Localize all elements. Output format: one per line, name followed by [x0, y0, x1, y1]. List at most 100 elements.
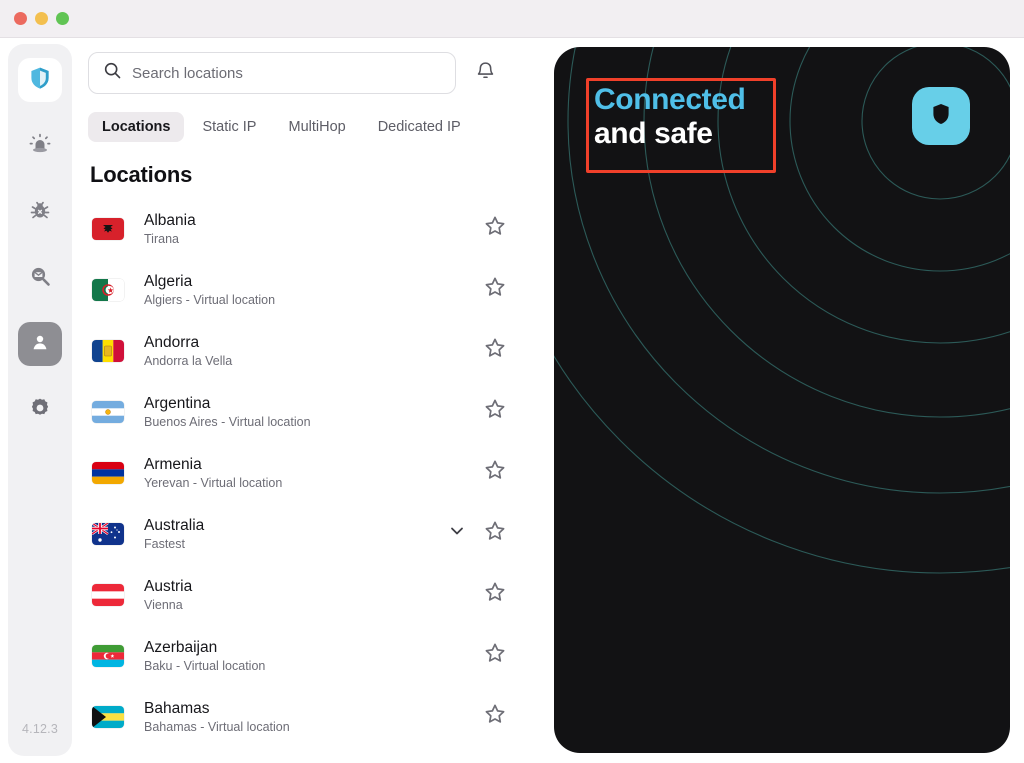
location-city: Yerevan - Virtual location	[144, 476, 444, 490]
page-title: Locations	[90, 162, 528, 188]
location-row[interactable]: Bahamas Bahamas - Virtual location	[88, 686, 520, 743]
bug-icon	[28, 198, 52, 227]
location-row[interactable]: Albania Tirana	[88, 198, 520, 259]
sidebar-item-profile[interactable]	[18, 322, 62, 366]
location-row[interactable]: Austria Vienna	[88, 564, 520, 625]
flag-al-icon	[92, 218, 124, 240]
favorite-button[interactable]	[480, 336, 510, 365]
location-text: Argentina Buenos Aires - Virtual locatio…	[144, 394, 444, 429]
flag-ar-icon	[92, 401, 124, 423]
location-country: Albania	[144, 211, 444, 230]
favorite-button[interactable]	[480, 702, 510, 731]
flag-ad-icon	[92, 340, 124, 362]
location-city: Algiers - Virtual location	[144, 293, 444, 307]
location-country: Australia	[144, 516, 444, 535]
star-outline-icon	[483, 214, 507, 243]
gear-icon	[28, 396, 52, 425]
app-window: 4.12.3	[0, 0, 1024, 763]
location-text: Bahamas Bahamas - Virtual location	[144, 699, 444, 734]
location-country: Algeria	[144, 272, 444, 291]
location-country: Armenia	[144, 455, 444, 474]
favorite-button[interactable]	[480, 214, 510, 243]
location-city: Fastest	[144, 537, 444, 551]
expand-chevron-button[interactable]	[444, 521, 470, 546]
star-outline-icon	[483, 702, 507, 731]
favorite-button[interactable]	[480, 580, 510, 609]
star-outline-icon	[483, 458, 507, 487]
location-text: Albania Tirana	[144, 211, 444, 246]
search-row	[88, 52, 528, 94]
titlebar	[0, 0, 1024, 38]
locations-list: Albania Tirana Algeria Algiers - Virtual…	[88, 198, 520, 743]
app-version: 4.12.3	[8, 722, 72, 736]
favorite-button[interactable]	[480, 519, 510, 548]
status-line-secondary: and safe	[594, 117, 745, 151]
sidebar-item-dark-web-monitor[interactable]	[18, 256, 62, 300]
tab-dedicated-ip[interactable]: Dedicated IP	[364, 112, 475, 142]
connection-panel: Connected and safe 01:15 Connection time…	[554, 47, 1010, 753]
shield-logo-icon	[931, 102, 951, 131]
location-row[interactable]: Australia Fastest	[88, 503, 520, 564]
location-country: Andorra	[144, 333, 444, 352]
location-country: Austria	[144, 577, 444, 596]
search-input[interactable]	[132, 65, 441, 82]
search-input-wrap[interactable]	[88, 52, 456, 94]
window-controls	[14, 12, 69, 25]
connection-status: Connected and safe	[594, 83, 745, 150]
location-text: Algeria Algiers - Virtual location	[144, 272, 444, 307]
star-outline-icon	[483, 336, 507, 365]
maximize-button[interactable]	[56, 12, 69, 25]
search-icon	[103, 61, 122, 85]
favorite-button[interactable]	[480, 275, 510, 304]
mail-search-icon	[28, 264, 52, 293]
location-city: Buenos Aires - Virtual location	[144, 415, 444, 429]
location-text: Andorra Andorra la Vella	[144, 333, 444, 368]
sidebar-item-malware-scan[interactable]	[18, 190, 62, 234]
location-text: Australia Fastest	[144, 516, 444, 551]
radar-rings-decoration	[554, 47, 1010, 753]
flag-au-icon	[92, 523, 124, 545]
flag-az-icon	[92, 645, 124, 667]
flag-at-icon	[92, 584, 124, 606]
location-city: Andorra la Vella	[144, 354, 444, 368]
location-country: Argentina	[144, 394, 444, 413]
star-outline-icon	[483, 580, 507, 609]
tab-static-ip[interactable]: Static IP	[188, 112, 270, 142]
star-outline-icon	[483, 275, 507, 304]
location-row[interactable]: Armenia Yerevan - Virtual location	[88, 442, 520, 503]
favorite-button[interactable]	[480, 458, 510, 487]
favorite-button[interactable]	[480, 641, 510, 670]
minimize-button[interactable]	[35, 12, 48, 25]
location-text: Austria Vienna	[144, 577, 444, 612]
star-outline-icon	[483, 641, 507, 670]
tab-locations[interactable]: Locations	[88, 112, 184, 142]
favorite-button[interactable]	[480, 397, 510, 426]
notifications-button[interactable]	[470, 58, 500, 88]
location-row[interactable]: Algeria Algiers - Virtual location	[88, 259, 520, 320]
flag-dz-icon	[92, 279, 124, 301]
location-row[interactable]: Azerbaijan Baku - Virtual location	[88, 625, 520, 686]
brand-logo	[912, 87, 970, 145]
sidebar: 4.12.3	[8, 44, 72, 756]
location-country: Azerbaijan	[144, 638, 444, 657]
location-text: Armenia Yerevan - Virtual location	[144, 455, 444, 490]
location-city: Tirana	[144, 232, 444, 246]
bell-icon	[475, 60, 496, 87]
close-button[interactable]	[14, 12, 27, 25]
flag-bs-icon	[92, 706, 124, 728]
star-outline-icon	[483, 519, 507, 548]
location-city: Vienna	[144, 598, 444, 612]
flag-am-icon	[92, 462, 124, 484]
sidebar-item-vpn[interactable]	[18, 58, 62, 102]
sidebar-item-settings[interactable]	[18, 388, 62, 432]
sidebar-item-threat-protection[interactable]	[18, 124, 62, 168]
status-line-primary: Connected	[594, 83, 745, 117]
tab-multihop[interactable]: MultiHop	[274, 112, 359, 142]
person-icon	[29, 331, 51, 358]
location-city: Bahamas - Virtual location	[144, 720, 444, 734]
location-row[interactable]: Argentina Buenos Aires - Virtual locatio…	[88, 381, 520, 442]
location-country: Bahamas	[144, 699, 444, 718]
star-outline-icon	[483, 397, 507, 426]
location-row[interactable]: Andorra Andorra la Vella	[88, 320, 520, 381]
location-tabs: Locations Static IP MultiHop Dedicated I…	[88, 112, 528, 142]
